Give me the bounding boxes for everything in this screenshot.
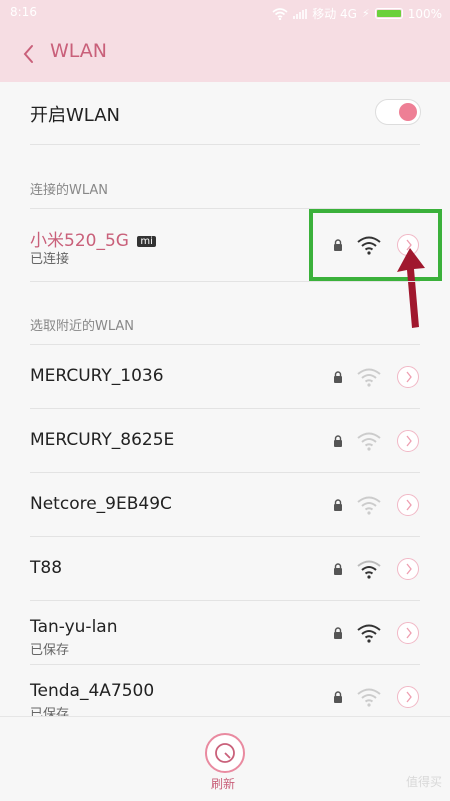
chevron-right-icon xyxy=(406,627,412,639)
battery-percent: 100% xyxy=(407,6,442,21)
chevron-right-icon xyxy=(406,371,412,383)
nearby-section-title: 选取附近的WLAN xyxy=(30,319,135,334)
wifi-signal-icon xyxy=(357,368,381,387)
wifi-status-icon xyxy=(272,7,288,20)
network-detail-button[interactable] xyxy=(397,494,419,516)
network-detail-button[interactable] xyxy=(397,558,419,580)
annotation-arrow-icon xyxy=(397,248,425,328)
refresh-icon xyxy=(215,743,235,763)
chevron-right-icon xyxy=(406,691,412,703)
network-name: Tan-yu-lan xyxy=(30,617,118,637)
watermark: 值得买 xyxy=(405,775,442,789)
refresh-button[interactable] xyxy=(205,733,245,773)
page-title: WLAN xyxy=(50,40,108,62)
lock-icon xyxy=(334,691,342,703)
bottom-bar: 刷新 值得买 xyxy=(0,716,450,801)
network-name: T88 xyxy=(30,558,63,578)
app-header: WLAN xyxy=(0,26,450,82)
network-status: 已连接 xyxy=(30,252,70,267)
cell-signal-icon xyxy=(293,8,308,19)
list-item[interactable]: MERCURY_8625E xyxy=(0,409,450,473)
list-item[interactable]: Tan-yu-lan 已保存 xyxy=(0,601,450,665)
carrier-label: 移动 4G xyxy=(312,7,357,21)
network-detail-button[interactable] xyxy=(397,686,419,708)
wifi-signal-icon xyxy=(357,688,381,707)
network-name: Netcore_9EB49C xyxy=(30,494,172,514)
network-detail-button[interactable] xyxy=(397,366,419,388)
chevron-right-icon xyxy=(406,499,412,511)
mi-badge-icon: mi xyxy=(137,236,156,247)
divider xyxy=(30,281,420,282)
lock-icon xyxy=(334,371,342,383)
toggle-knob xyxy=(399,103,417,121)
network-detail-button[interactable] xyxy=(397,622,419,644)
wlan-toggle-label: 开启WLAN xyxy=(30,105,121,126)
wifi-signal-icon xyxy=(357,624,381,643)
lock-icon xyxy=(334,627,342,639)
network-name: Tenda_4A7500 xyxy=(30,681,155,701)
wifi-signal-icon xyxy=(357,432,381,451)
list-item[interactable]: Netcore_9EB49C xyxy=(0,473,450,537)
back-arrow-icon[interactable] xyxy=(18,40,42,68)
refresh-label: 刷新 xyxy=(211,777,236,791)
status-bar: 8:16 移动 4G ⚡ 100% xyxy=(0,0,450,26)
network-status: 已保存 xyxy=(30,643,70,658)
lock-icon xyxy=(334,563,342,575)
wlan-toggle-switch[interactable] xyxy=(375,99,421,125)
battery-icon xyxy=(374,8,403,19)
lock-icon xyxy=(334,499,342,511)
chevron-right-icon xyxy=(406,435,412,447)
network-name: MERCURY_8625E xyxy=(30,430,175,450)
wifi-signal-icon xyxy=(357,496,381,515)
wifi-signal-icon xyxy=(357,560,381,579)
list-item[interactable]: MERCURY_1036 xyxy=(0,345,450,409)
lock-icon xyxy=(334,435,342,447)
chevron-right-icon xyxy=(406,563,412,575)
network-detail-button[interactable] xyxy=(397,430,419,452)
status-time: 8:16 xyxy=(10,5,37,19)
network-name: MERCURY_1036 xyxy=(30,366,164,386)
divider xyxy=(30,144,420,145)
charging-icon: ⚡ xyxy=(361,7,370,20)
connected-section-title: 连接的WLAN xyxy=(30,183,109,198)
list-item[interactable]: T88 xyxy=(0,537,450,601)
